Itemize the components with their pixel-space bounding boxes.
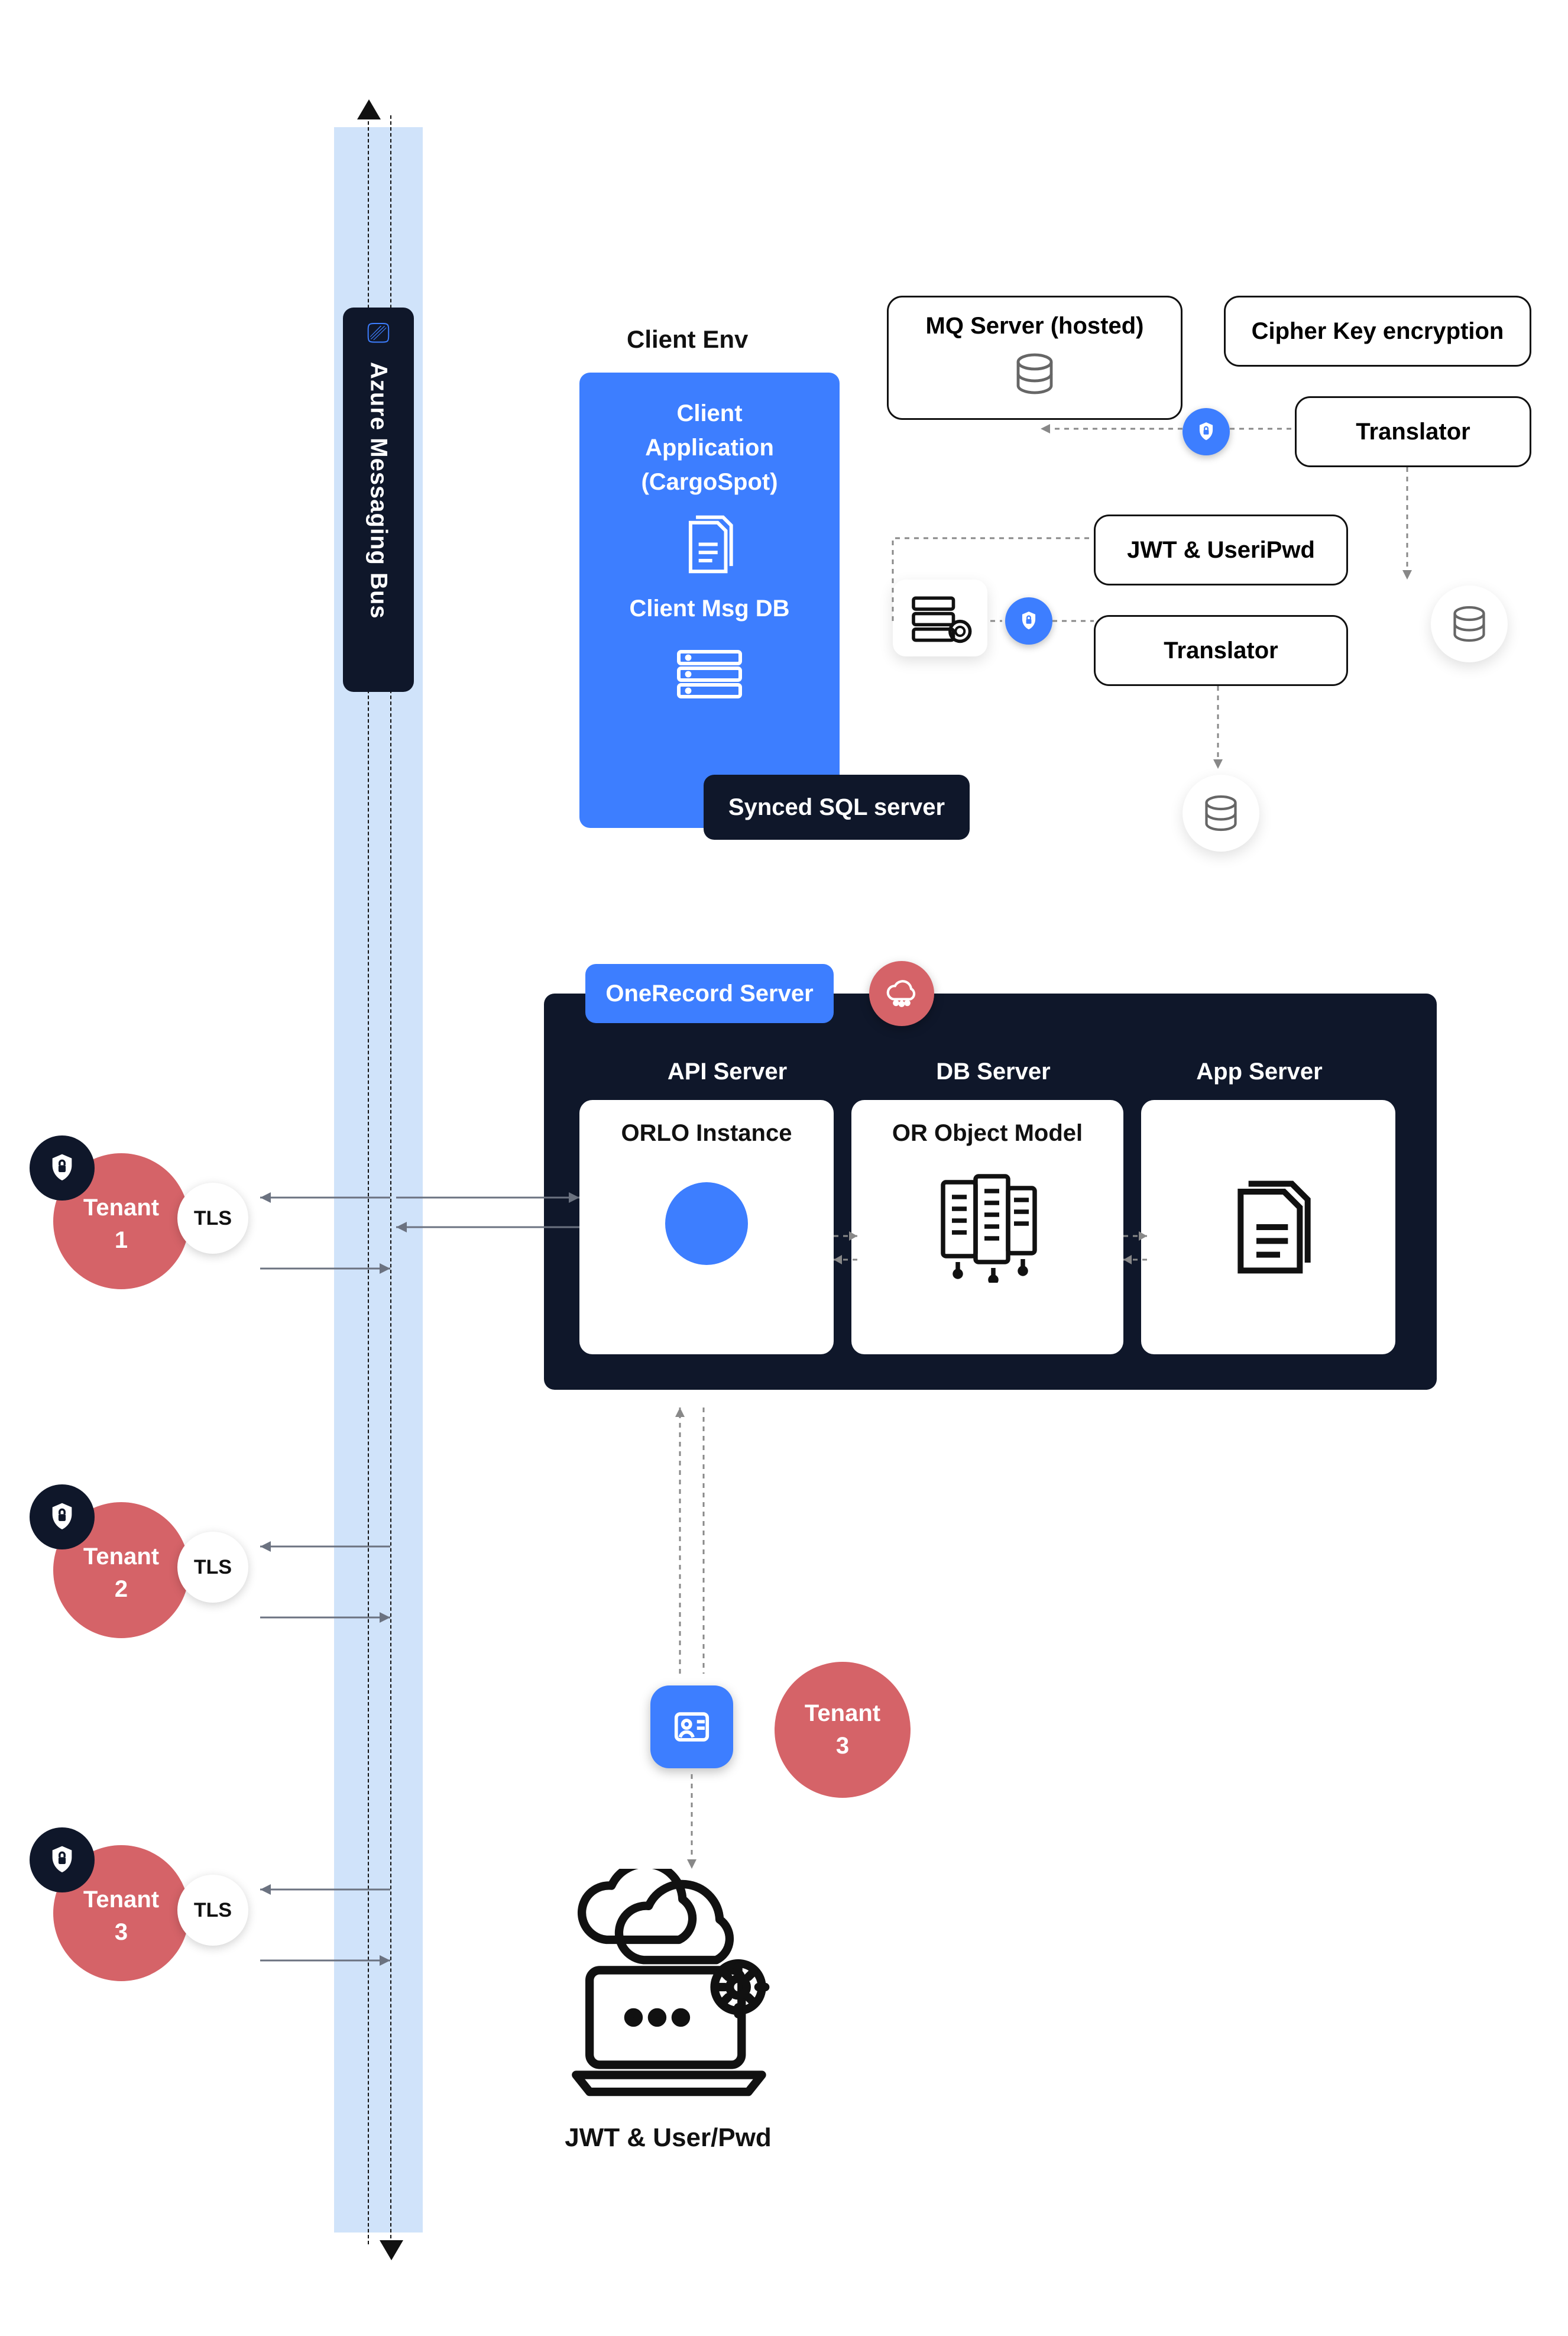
tenant-2-arrows: [189, 1538, 402, 1632]
azure-bus-title: Azure Messaging Bus: [365, 362, 392, 619]
client-app-line3: (CargoSpot): [591, 465, 828, 499]
bus-arrow-up: [357, 99, 381, 119]
client-env-label: Client Env: [627, 325, 748, 354]
tenant-2-num: 2: [53, 1576, 189, 1603]
tenant-3-shield-icon: [30, 1827, 95, 1892]
db-rack-icon: [674, 646, 745, 705]
azure-bus-box: ⎚ Azure Messaging Bus: [343, 308, 414, 692]
client-app-line1: Client: [591, 396, 828, 431]
bus-arrow-down: [380, 2240, 403, 2260]
client-app-line2: Application: [591, 431, 828, 465]
tenant-1-shield-icon: [30, 1135, 95, 1201]
bus-glyph-icon: ⎚: [367, 319, 390, 348]
bus-to-api-arrows: [390, 1189, 591, 1271]
onerecord-tab: OneRecord Server: [585, 964, 834, 1023]
tenant-1-num: 1: [53, 1227, 189, 1254]
bottom-tenant-3-name: Tenant: [775, 1700, 911, 1727]
tenant-3-num: 3: [53, 1919, 189, 1946]
right-connectors: [840, 296, 1549, 887]
orlo-instance-circle: [665, 1182, 748, 1265]
jwt-bottom-label: JWT & User/Pwd: [532, 2123, 804, 2153]
col-app: App Server: [1147, 1059, 1372, 1085]
bottom-vertical-arrows: [662, 1396, 733, 1881]
onerecord-tab-label: OneRecord Server: [605, 981, 813, 1007]
document-stack-icon: [1221, 1171, 1316, 1283]
bottom-tenant-3: Tenant 3: [775, 1662, 911, 1798]
onerecord-panel: OneRecord Server API Server DB Server Ap…: [544, 994, 1437, 1390]
tenant-1-arrows: [189, 1189, 402, 1283]
cloud-laptop-icon: [532, 1869, 816, 2105]
cloud-badge-icon: [869, 961, 934, 1026]
tenant-3-arrows: [189, 1881, 402, 1975]
card-connectors: [828, 1218, 1159, 1289]
tenant-1-name: Tenant: [53, 1195, 189, 1221]
api-card-title: ORLO Instance: [600, 1120, 814, 1147]
db-card-title: OR Object Model: [872, 1120, 1103, 1147]
tenant-2-shield-icon: [30, 1484, 95, 1549]
app-card: [1141, 1100, 1395, 1354]
document-icon: [681, 515, 738, 580]
tenant-2-name: Tenant: [53, 1544, 189, 1570]
col-api: API Server: [615, 1059, 840, 1085]
client-msg-db-label: Client Msg DB: [591, 591, 828, 626]
tenant-3-name: Tenant: [53, 1887, 189, 1913]
client-app-box: Client Application (CargoSpot) Client Ms…: [579, 373, 840, 828]
col-db: DB Server: [881, 1059, 1106, 1085]
bottom-tenant-3-num: 3: [775, 1733, 911, 1759]
api-card: ORLO Instance: [579, 1100, 834, 1354]
